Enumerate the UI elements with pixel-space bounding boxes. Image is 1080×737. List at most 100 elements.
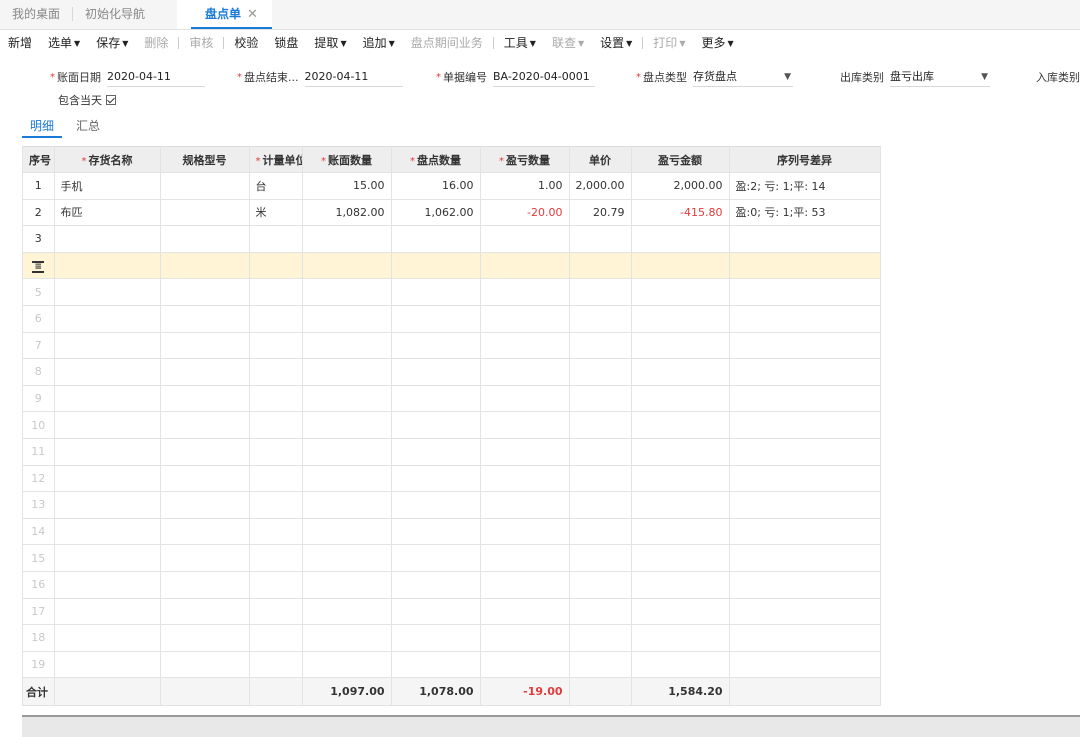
column-header[interactable]: 规格型号 — [160, 146, 250, 173]
table-cell[interactable] — [569, 358, 632, 386]
table-cell[interactable]: 台 — [249, 172, 303, 200]
table-cell[interactable] — [729, 571, 881, 599]
table-cell[interactable] — [160, 624, 250, 652]
column-header[interactable]: * 盈亏数量 — [480, 146, 570, 173]
table-cell[interactable]: 5 — [23, 278, 55, 306]
table-cell[interactable] — [302, 385, 392, 413]
table-cell[interactable] — [302, 438, 392, 466]
table-cell[interactable] — [391, 278, 481, 306]
row-menu-icon[interactable]: ≡ — [32, 260, 45, 273]
end-date-input[interactable]: 2020-04-11 — [304, 67, 403, 87]
table-cell[interactable] — [480, 651, 570, 679]
table-cell[interactable]: 7 — [23, 332, 55, 360]
table-cell[interactable]: 2,000.00 — [631, 172, 730, 200]
table-cell[interactable] — [480, 544, 570, 572]
table-cell[interactable] — [480, 411, 570, 439]
table-cell[interactable] — [631, 465, 730, 493]
column-header[interactable]: * 账面数量 — [302, 146, 392, 173]
select-button[interactable]: 选单 ▼ — [40, 30, 88, 56]
table-row[interactable]: 6 — [23, 305, 881, 333]
table-cell[interactable] — [391, 252, 481, 280]
table-cell[interactable] — [569, 651, 632, 679]
count-type-select[interactable]: 存货盘点 ▼ — [693, 67, 793, 87]
table-cell[interactable] — [160, 278, 250, 306]
table-cell[interactable] — [54, 651, 161, 679]
table-cell[interactable] — [480, 518, 570, 546]
table-cell[interactable] — [391, 624, 481, 652]
table-cell[interactable] — [160, 225, 250, 253]
table-cell[interactable] — [249, 225, 303, 253]
table-cell[interactable] — [631, 225, 730, 253]
table-cell[interactable] — [249, 624, 303, 652]
table-cell[interactable] — [729, 305, 881, 333]
table-cell[interactable] — [302, 278, 392, 306]
column-header[interactable]: * 存货名称 — [54, 146, 161, 173]
save-button[interactable]: 保存 ▼ — [88, 30, 136, 56]
table-cell[interactable] — [480, 305, 570, 333]
table-cell[interactable] — [249, 571, 303, 599]
table-cell[interactable] — [160, 252, 250, 280]
table-cell[interactable] — [631, 518, 730, 546]
table-row[interactable]: 2 布匹 米 1,082.00 1,062.00 -20.00 20.79 -415.80 盈:… — [23, 199, 881, 227]
table-cell[interactable] — [480, 358, 570, 386]
table-cell[interactable] — [391, 305, 481, 333]
append-button[interactable]: 追加 ▼ — [355, 30, 403, 56]
table-cell[interactable] — [480, 385, 570, 413]
table-cell[interactable] — [391, 598, 481, 626]
table-cell[interactable] — [160, 491, 250, 519]
table-cell[interactable] — [160, 465, 250, 493]
table-cell[interactable] — [569, 332, 632, 360]
table-cell[interactable] — [54, 598, 161, 626]
table-cell[interactable] — [160, 332, 250, 360]
table-cell[interactable] — [480, 332, 570, 360]
table-row[interactable]: 8 — [23, 358, 881, 386]
table-cell[interactable]: 15.00 — [302, 172, 392, 200]
table-cell[interactable] — [249, 332, 303, 360]
table-cell[interactable] — [729, 465, 881, 493]
table-cell[interactable] — [391, 358, 481, 386]
table-row[interactable]: 14 — [23, 518, 881, 546]
table-cell[interactable] — [631, 651, 730, 679]
table-cell[interactable] — [569, 544, 632, 572]
table-row[interactable]: 13 — [23, 491, 881, 519]
table-cell[interactable] — [569, 598, 632, 626]
column-header[interactable]: *计量单位 — [249, 146, 303, 173]
table-cell[interactable] — [302, 252, 392, 280]
table-cell[interactable] — [302, 358, 392, 386]
table-cell[interactable] — [54, 332, 161, 360]
verify-button[interactable]: 校验 — [226, 30, 266, 56]
table-cell[interactable] — [631, 385, 730, 413]
table-cell[interactable] — [631, 491, 730, 519]
table-cell[interactable] — [160, 438, 250, 466]
table-cell[interactable] — [631, 332, 730, 360]
settings-button[interactable]: 设置 ▼ — [592, 30, 640, 56]
table-cell[interactable] — [631, 438, 730, 466]
table-cell[interactable] — [729, 438, 881, 466]
table-cell[interactable]: 13 — [23, 491, 55, 519]
table-cell[interactable] — [302, 624, 392, 652]
table-cell[interactable] — [631, 544, 730, 572]
table-row[interactable]: 16 — [23, 571, 881, 599]
table-cell[interactable] — [160, 518, 250, 546]
table-cell[interactable] — [729, 651, 881, 679]
table-cell[interactable] — [54, 358, 161, 386]
table-cell[interactable]: 手机 — [54, 172, 161, 200]
print-button[interactable]: 打印 ▼ — [645, 30, 693, 56]
period-business-button[interactable]: 盘点期间业务 — [403, 30, 491, 56]
table-cell[interactable]: 16.00 — [391, 172, 481, 200]
table-cell[interactable] — [569, 278, 632, 306]
table-cell[interactable]: 12 — [23, 465, 55, 493]
table-cell[interactable]: 2,000.00 — [569, 172, 632, 200]
table-cell[interactable] — [302, 491, 392, 519]
table-cell[interactable] — [569, 491, 632, 519]
table-row[interactable]: 10 — [23, 411, 881, 439]
table-cell[interactable] — [160, 544, 250, 572]
tools-button[interactable]: 工具 ▼ — [496, 30, 544, 56]
table-cell[interactable] — [631, 305, 730, 333]
table-cell[interactable] — [569, 411, 632, 439]
table-cell[interactable]: 16 — [23, 571, 55, 599]
table-cell[interactable] — [249, 651, 303, 679]
table-cell[interactable]: 9 — [23, 385, 55, 413]
table-cell[interactable] — [480, 624, 570, 652]
table-cell[interactable]: 17 — [23, 598, 55, 626]
